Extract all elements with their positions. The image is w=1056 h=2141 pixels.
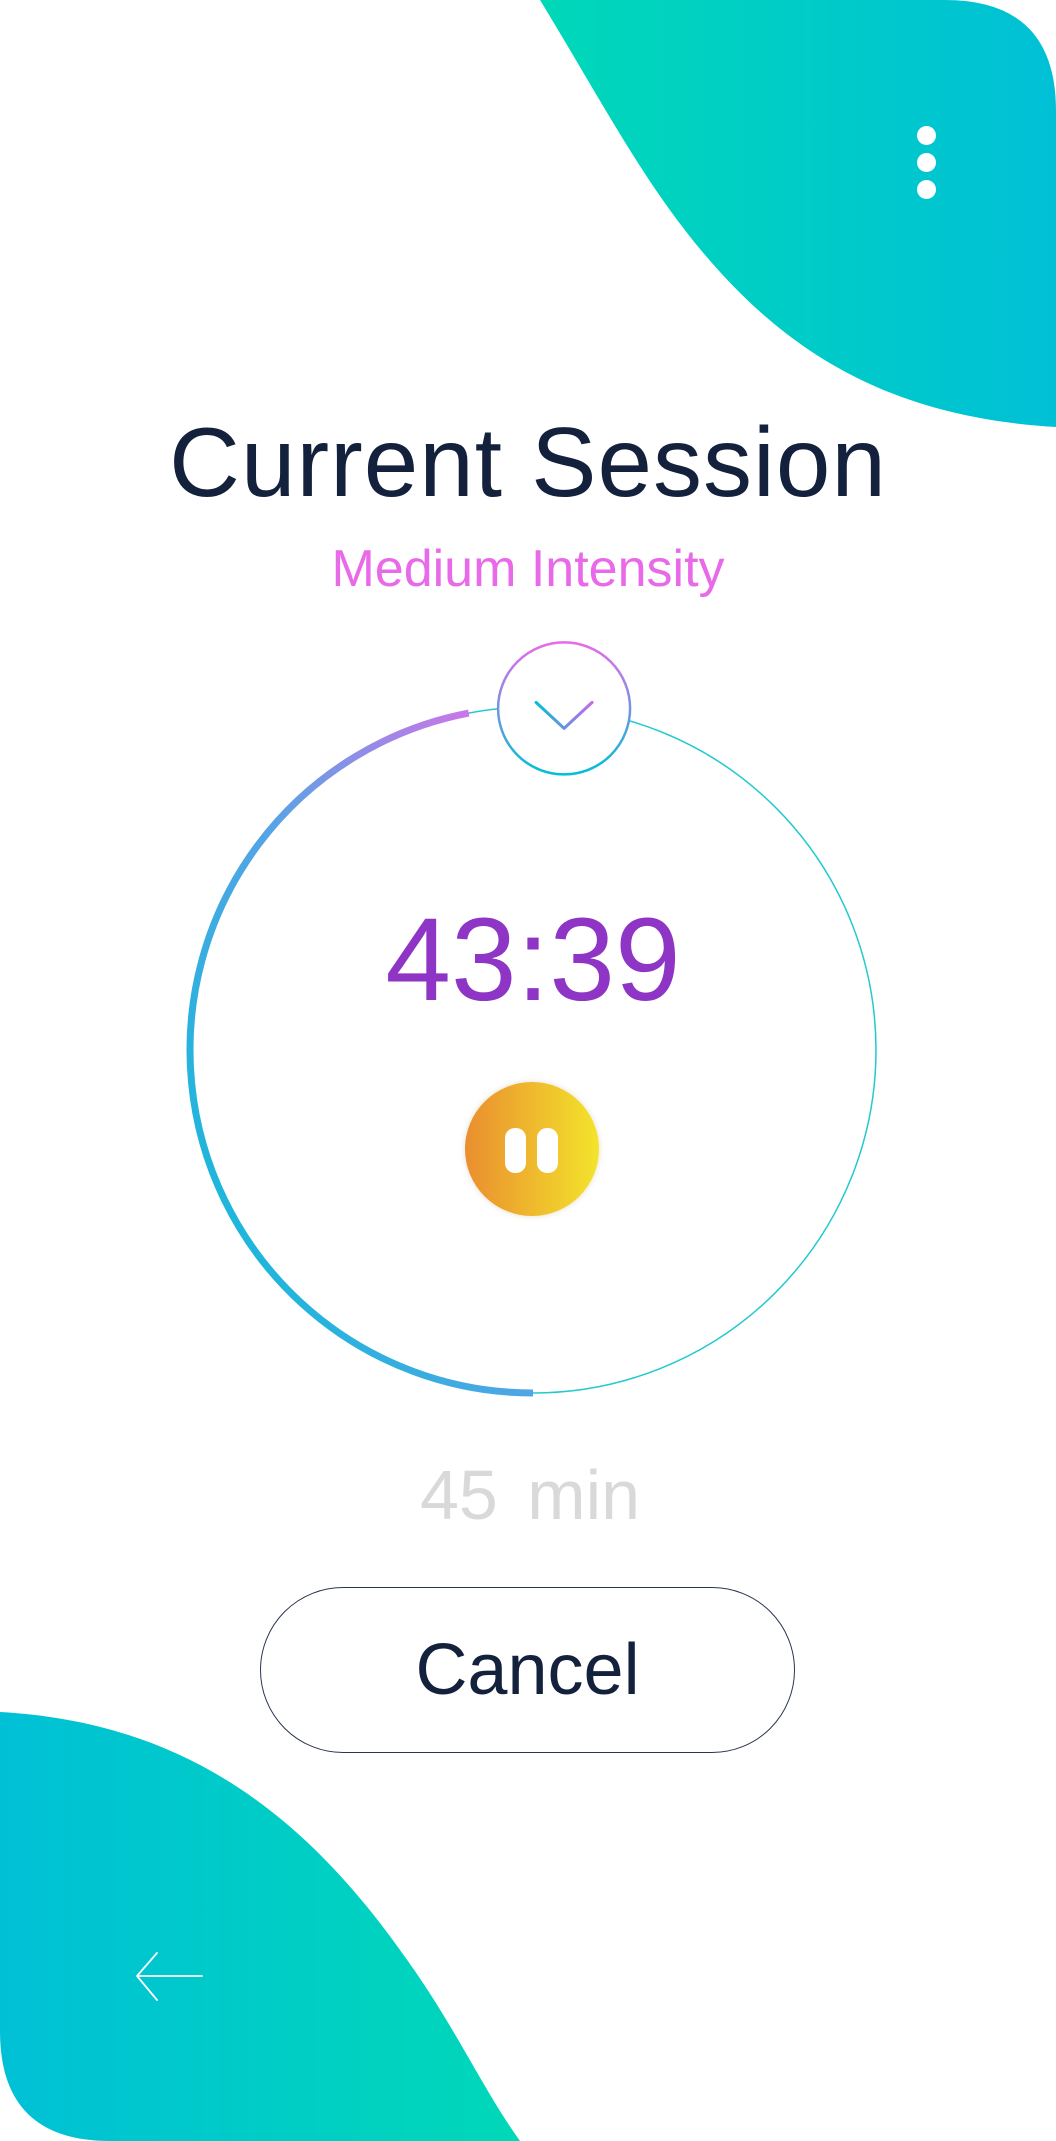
pause-button[interactable]: [465, 1082, 599, 1216]
duration-unit: min: [527, 1456, 641, 1534]
remaining-time: 43:39: [385, 894, 681, 1026]
duration-value: 45: [419, 1456, 498, 1534]
arrow-left-icon: [136, 1952, 203, 2001]
timer-ring: [186, 641, 877, 1397]
timer-adjust-handle[interactable]: [495, 639, 633, 777]
back-button[interactable]: [130, 1945, 204, 2007]
session-duration: 45 min: [0, 1450, 1056, 1540]
timer-progress-arc: [186, 709, 534, 1397]
cancel-button[interactable]: Cancel: [260, 1587, 795, 1753]
